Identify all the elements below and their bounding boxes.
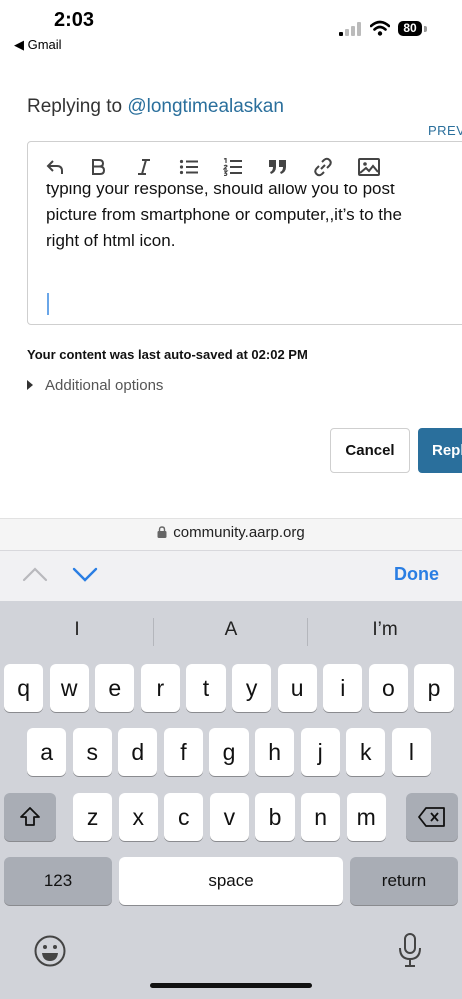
key-z[interactable]: z <box>73 793 113 841</box>
suggestion-item[interactable]: A <box>156 619 306 641</box>
battery-cap <box>424 26 427 32</box>
microphone-icon[interactable] <box>398 933 422 967</box>
undo-icon[interactable] <box>42 154 68 180</box>
bullet-list-icon[interactable] <box>176 154 202 180</box>
return-key[interactable]: return <box>350 857 458 905</box>
editor-line-clipped: typing your response, should allow you t… <box>46 184 456 202</box>
image-icon[interactable] <box>356 154 382 180</box>
key-o[interactable]: o <box>368 664 408 712</box>
preview-link[interactable]: PREV <box>428 123 462 138</box>
key-i[interactable]: i <box>323 664 363 712</box>
key-q[interactable]: q <box>4 664 44 712</box>
numbered-list-icon[interactable] <box>220 154 246 180</box>
key-a[interactable]: a <box>27 728 67 776</box>
key-j[interactable]: j <box>300 728 340 776</box>
key-t[interactable]: t <box>186 664 226 712</box>
replying-to-heading: Replying to @longtimealaskan <box>27 96 284 118</box>
key-l[interactable]: l <box>391 728 431 776</box>
editor-content: typing your response, should allow you t… <box>46 184 456 254</box>
back-to-gmail-link[interactable]: ◀ Gmail <box>14 37 62 53</box>
cancel-button[interactable]: Cancel <box>330 428 410 473</box>
key-y[interactable]: y <box>232 664 272 712</box>
key-h[interactable]: h <box>255 728 295 776</box>
key-e[interactable]: e <box>95 664 135 712</box>
home-indicator <box>150 983 312 988</box>
shift-icon <box>20 807 40 826</box>
key-n[interactable]: n <box>301 793 341 841</box>
key-w[interactable]: w <box>49 664 89 712</box>
italic-icon[interactable] <box>131 154 157 180</box>
editor-line-clipped-text: typing your response, should allow you t… <box>46 184 395 198</box>
key-b[interactable]: b <box>255 793 295 841</box>
emoji-icon[interactable] <box>33 934 67 968</box>
backspace-icon <box>418 807 445 827</box>
key-m[interactable]: m <box>346 793 386 841</box>
wifi-icon <box>370 20 390 36</box>
key-s[interactable]: s <box>72 728 112 776</box>
key-c[interactable]: c <box>164 793 204 841</box>
autosave-status: Your content was last auto-saved at 02:0… <box>27 347 308 362</box>
editor-line: right of html icon. <box>46 231 176 250</box>
key-k[interactable]: k <box>346 728 386 776</box>
additional-options-toggle[interactable]: Additional options <box>27 377 163 394</box>
previous-field-icon[interactable] <box>22 566 48 582</box>
cellular-signal-icon <box>339 22 361 36</box>
key-d[interactable]: d <box>118 728 158 776</box>
reply-username-link[interactable]: @longtimealaskan <box>127 96 284 117</box>
url-text: community.aarp.org <box>173 524 305 541</box>
quote-icon[interactable] <box>265 154 291 180</box>
keyboard-accessory-bar <box>0 550 462 601</box>
expand-arrow-icon <box>27 380 33 391</box>
status-time: 2:03 <box>54 9 95 31</box>
key-f[interactable]: f <box>163 728 203 776</box>
key-u[interactable]: u <box>277 664 317 712</box>
suggestion-item[interactable]: I’m <box>310 619 460 641</box>
bold-icon[interactable] <box>85 154 111 180</box>
lock-icon <box>157 526 167 538</box>
key-v[interactable]: v <box>209 793 249 841</box>
editor-line: picture from smartphone or computer,,it’… <box>46 205 402 224</box>
suggestion-item[interactable]: I <box>2 619 152 641</box>
shift-key[interactable] <box>4 793 56 841</box>
next-field-icon[interactable] <box>72 567 98 583</box>
suggestion-divider <box>153 618 154 646</box>
numbers-key[interactable]: 123 <box>4 857 112 905</box>
key-x[interactable]: x <box>118 793 158 841</box>
key-g[interactable]: g <box>209 728 249 776</box>
url-display: community.aarp.org <box>0 524 462 541</box>
suggestion-divider <box>307 618 308 646</box>
additional-options-label: Additional options <box>45 377 164 394</box>
reply-editor[interactable]: typing your response, should allow you t… <box>27 141 462 325</box>
link-icon[interactable] <box>310 154 336 180</box>
battery-indicator: 80 <box>398 21 422 36</box>
key-p[interactable]: p <box>414 664 454 712</box>
text-cursor <box>47 293 49 315</box>
space-key[interactable]: space <box>119 857 343 905</box>
done-button[interactable]: Done <box>394 564 439 585</box>
reply-button[interactable]: Repl <box>418 428 462 473</box>
delete-key[interactable] <box>406 793 458 841</box>
replying-to-label: Replying to <box>27 96 128 117</box>
key-r[interactable]: r <box>140 664 180 712</box>
